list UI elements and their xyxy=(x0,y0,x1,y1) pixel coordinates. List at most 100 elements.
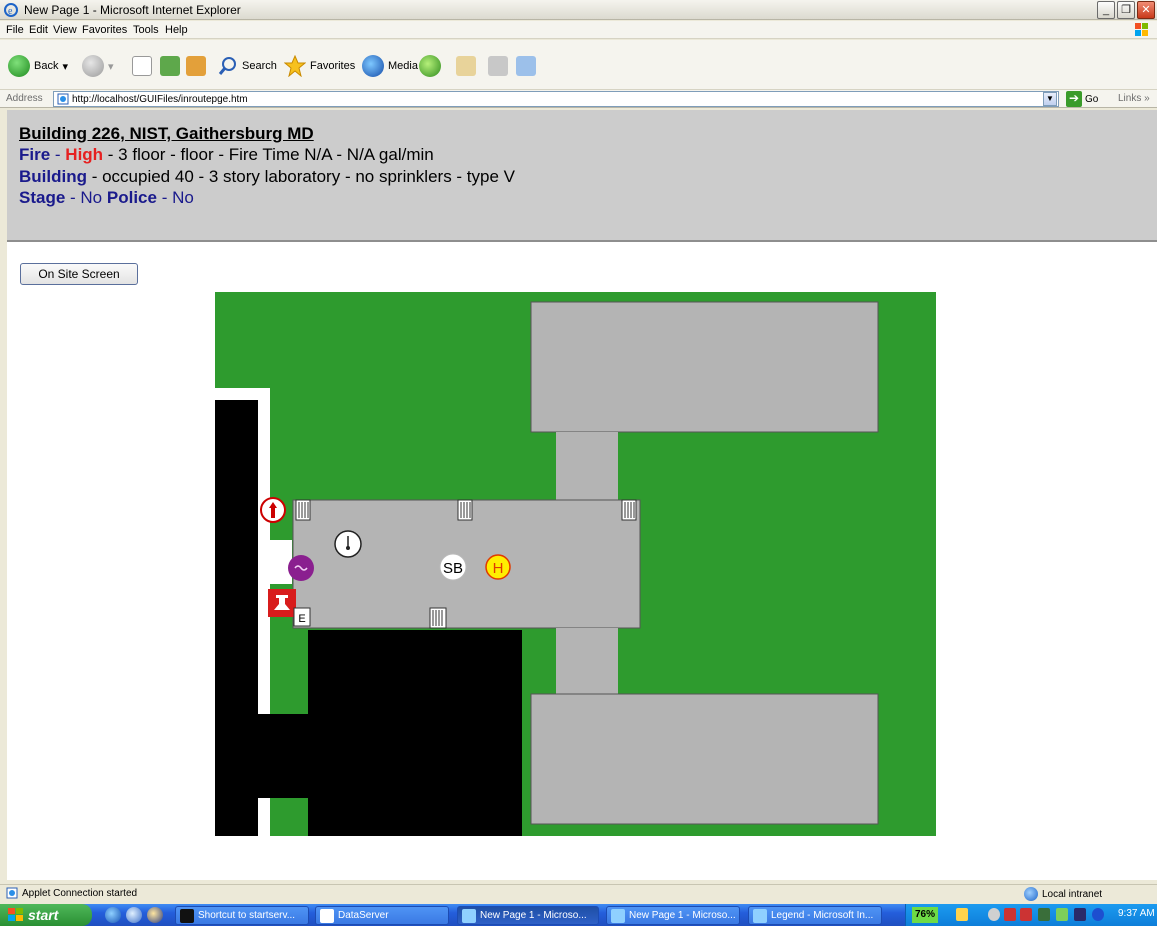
quicklaunch-desktop-icon[interactable] xyxy=(126,907,142,923)
task-new-page-1[interactable]: New Page 1 - Microso... xyxy=(606,906,740,925)
task-new-page-1-active[interactable]: New Page 1 - Microso... xyxy=(457,906,599,925)
network-disconnected-icon[interactable] xyxy=(1004,908,1016,921)
history-icon[interactable] xyxy=(419,55,441,77)
system-tray: 76% 9:37 AM xyxy=(905,904,1157,926)
connection-icon[interactable] xyxy=(1038,908,1050,921)
stairwell-icon[interactable] xyxy=(621,499,637,521)
gas-shutoff-icon[interactable] xyxy=(334,530,362,558)
stairwell-icon[interactable] xyxy=(295,499,311,521)
entrance-marker[interactable]: E xyxy=(293,607,311,627)
forward-arrow-icon xyxy=(82,55,104,77)
sprinkler-box-marker[interactable]: SB xyxy=(439,553,467,581)
edit-icon[interactable] xyxy=(516,56,536,76)
stage-sep: - xyxy=(65,188,81,207)
back-dropdown-icon[interactable]: ▾ xyxy=(62,60,68,73)
links-label: Links xyxy=(1118,93,1142,104)
address-input[interactable]: http://localhost/GUIFiles/inroutepge.htm xyxy=(53,91,1059,107)
on-site-screen-button[interactable]: On Site Screen xyxy=(20,263,138,285)
battery-percent[interactable]: 76% xyxy=(912,907,938,923)
forward-button[interactable]: ▾ xyxy=(82,52,114,80)
menu-help[interactable]: Help xyxy=(165,24,188,36)
fire-hydrant-icon[interactable] xyxy=(268,589,296,617)
menu-favorites[interactable]: Favorites xyxy=(82,24,127,36)
electric-shutoff-icon[interactable] xyxy=(288,555,314,581)
hydrant-marker[interactable]: H xyxy=(485,554,511,580)
connector-south xyxy=(556,628,618,694)
parking-lot xyxy=(308,630,522,836)
speaker-icon[interactable] xyxy=(988,908,1000,921)
menu-bar: File Edit View Favorites Tools Help xyxy=(0,21,1157,39)
zone-label: Local intranet xyxy=(1042,888,1103,900)
ie-icon: e xyxy=(4,3,18,17)
mail-icon[interactable] xyxy=(456,56,476,76)
fire-details: - 3 floor - floor - Fire Time N/A - N/A … xyxy=(103,145,434,164)
forward-dropdown-icon[interactable]: ▾ xyxy=(108,60,114,73)
battery-icon[interactable] xyxy=(956,908,968,921)
fire-line: Fire - High - 3 floor - floor - Fire Tim… xyxy=(19,145,434,165)
quicklaunch-ie-icon[interactable] xyxy=(105,907,121,923)
grass-corner xyxy=(270,798,309,836)
task-legend[interactable]: Legend - Microsoft In... xyxy=(748,906,882,925)
cmd-icon xyxy=(180,909,194,923)
print-icon[interactable] xyxy=(488,56,508,76)
site-map[interactable]: SB H E xyxy=(215,292,936,836)
stairwell-icon[interactable] xyxy=(429,607,447,629)
quicklaunch-media-icon[interactable] xyxy=(147,907,163,923)
building-label: Building xyxy=(19,167,87,186)
favorites-label: Favorites xyxy=(310,60,356,72)
clock: 9:37 AM xyxy=(1118,908,1155,919)
back-label: Back xyxy=(34,60,59,72)
home-icon[interactable] xyxy=(186,56,206,76)
back-arrow-icon xyxy=(8,55,30,77)
task-label: Shortcut to startserv... xyxy=(198,910,296,921)
minimize-button[interactable]: _ xyxy=(1097,1,1115,19)
page-status-icon xyxy=(6,887,18,899)
menu-tools[interactable]: Tools xyxy=(133,24,159,36)
task-dataserver[interactable]: DataServer xyxy=(315,906,449,925)
menu-view[interactable]: View xyxy=(53,24,77,36)
address-dropdown-icon[interactable]: ▼ xyxy=(1043,92,1057,106)
restore-button[interactable]: ❐ xyxy=(1117,1,1135,19)
entrance-label: E xyxy=(298,613,305,625)
go-button[interactable]: ➔ Go xyxy=(1066,91,1098,107)
search-button[interactable]: Search xyxy=(218,52,277,80)
ie-task-icon xyxy=(753,909,767,923)
police-label: Police xyxy=(106,188,157,207)
status-text: Applet Connection started xyxy=(22,888,138,899)
tray-app-icon[interactable] xyxy=(1056,908,1068,921)
ie-task-icon xyxy=(462,909,476,923)
window-title: New Page 1 - Microsoft Internet Explorer xyxy=(24,3,241,17)
media-label: Media xyxy=(388,60,418,72)
svg-text:e: e xyxy=(8,6,13,17)
menu-file[interactable]: File xyxy=(6,24,24,36)
building-line: Building - occupied 40 - 3 story laborat… xyxy=(19,167,515,187)
go-label: Go xyxy=(1085,93,1099,105)
tray-security-icon[interactable] xyxy=(1074,908,1086,921)
toolbar: Back ▾ ▾ Search Favorites Media xyxy=(0,40,1157,90)
task-startserv[interactable]: Shortcut to startserv... xyxy=(175,906,309,925)
window-titlebar: e New Page 1 - Microsoft Internet Explor… xyxy=(0,0,1157,20)
fire-department-connection-icon[interactable] xyxy=(260,497,286,523)
status-bar: Applet Connection started Local intranet xyxy=(0,884,1157,902)
stop-icon[interactable] xyxy=(132,56,152,76)
building-south xyxy=(530,693,879,825)
refresh-icon[interactable] xyxy=(160,56,180,76)
page-icon xyxy=(57,93,69,105)
search-icon xyxy=(218,57,236,75)
close-button[interactable]: ✕ xyxy=(1137,1,1155,19)
task-label: Legend - Microsoft In... xyxy=(771,910,874,921)
media-icon xyxy=(362,55,384,77)
menu-edit[interactable]: Edit xyxy=(29,24,48,36)
building-north xyxy=(530,301,879,433)
back-button[interactable]: Back ▾ xyxy=(8,52,68,80)
task-label: New Page 1 - Microso... xyxy=(629,910,736,921)
start-button[interactable]: start xyxy=(0,904,92,926)
sidewalk-gap xyxy=(270,540,292,584)
bluetooth-icon[interactable] xyxy=(1092,908,1104,921)
network-disconnected-icon-2[interactable] xyxy=(1020,908,1032,921)
links-button[interactable]: Links » xyxy=(1118,93,1150,104)
police-value: No xyxy=(172,188,194,207)
media-button[interactable]: Media xyxy=(362,52,418,80)
stairwell-icon[interactable] xyxy=(457,499,473,521)
favorites-button[interactable]: Favorites xyxy=(284,52,355,80)
